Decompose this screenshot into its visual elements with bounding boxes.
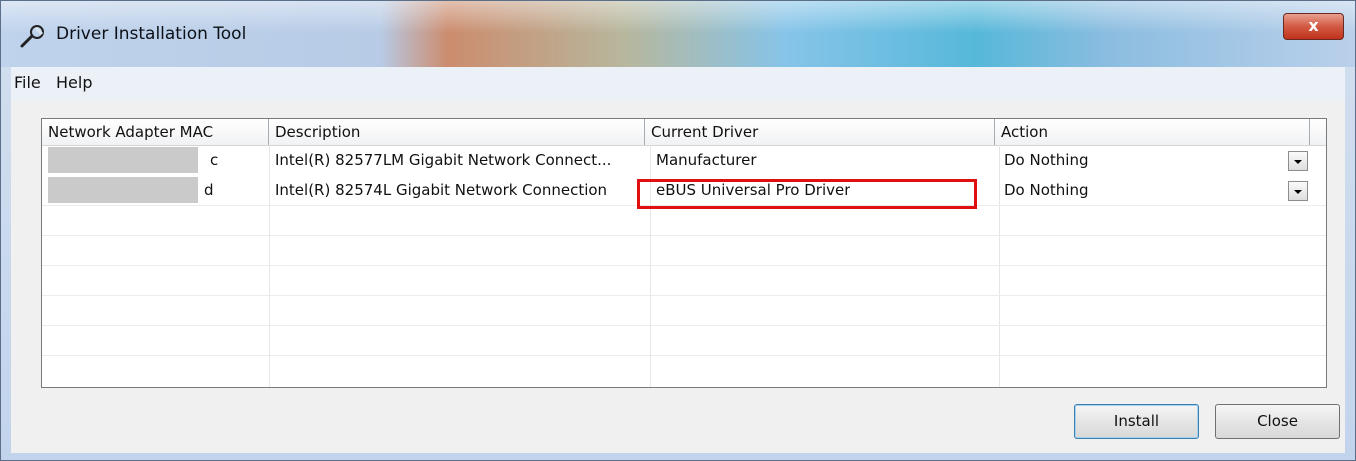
menu-bar: File Help bbox=[11, 67, 1345, 102]
highlight-annotation-box bbox=[637, 179, 977, 209]
action-dropdown-arrow-icon[interactable] bbox=[1288, 151, 1308, 171]
row-gridline bbox=[42, 295, 1326, 296]
action-cell: Do Nothing bbox=[1004, 151, 1089, 169]
title-bar[interactable]: Driver Installation Tool x bbox=[1, 1, 1355, 67]
dialog-client-area: Network Adapter MAC Description Current … bbox=[11, 101, 1345, 453]
action-cell: Do Nothing bbox=[1004, 181, 1089, 199]
column-header-current-driver[interactable]: Current Driver bbox=[645, 119, 995, 145]
install-button[interactable]: Install bbox=[1074, 404, 1199, 439]
mac-cell: d bbox=[204, 181, 214, 199]
close-button[interactable]: Close bbox=[1215, 404, 1340, 439]
current-driver-cell: Manufacturer bbox=[656, 151, 757, 169]
row-gridline bbox=[42, 265, 1326, 266]
window-title: Driver Installation Tool bbox=[56, 24, 247, 44]
menu-help[interactable]: Help bbox=[56, 73, 92, 92]
menu-file[interactable]: File bbox=[14, 73, 41, 92]
row-gridline bbox=[42, 235, 1326, 236]
network-adapter-list[interactable]: Network Adapter MAC Description Current … bbox=[41, 118, 1327, 388]
column-header-mac[interactable]: Network Adapter MAC bbox=[42, 119, 269, 145]
wrench-icon bbox=[20, 25, 44, 48]
redacted-mac-block bbox=[48, 177, 198, 203]
mac-cell: c bbox=[210, 151, 219, 169]
row-gridline bbox=[42, 355, 1326, 356]
redacted-mac-block bbox=[48, 147, 198, 173]
description-cell: Intel(R) 82577LM Gigabit Network Connect… bbox=[275, 151, 612, 169]
description-cell: Intel(R) 82574L Gigabit Network Connecti… bbox=[275, 181, 608, 199]
action-dropdown-arrow-icon[interactable] bbox=[1288, 181, 1308, 201]
column-header-action[interactable]: Action bbox=[995, 119, 1310, 145]
close-window-button[interactable]: x bbox=[1283, 13, 1344, 40]
column-header-description[interactable]: Description bbox=[269, 119, 645, 145]
row-gridline bbox=[42, 325, 1326, 326]
list-header: Network Adapter MAC Description Current … bbox=[42, 119, 1326, 146]
table-row[interactable]: c Intel(R) 82577LM Gigabit Network Conne… bbox=[42, 145, 1326, 175]
driver-installation-window: Driver Installation Tool x File Help Net… bbox=[0, 0, 1356, 461]
